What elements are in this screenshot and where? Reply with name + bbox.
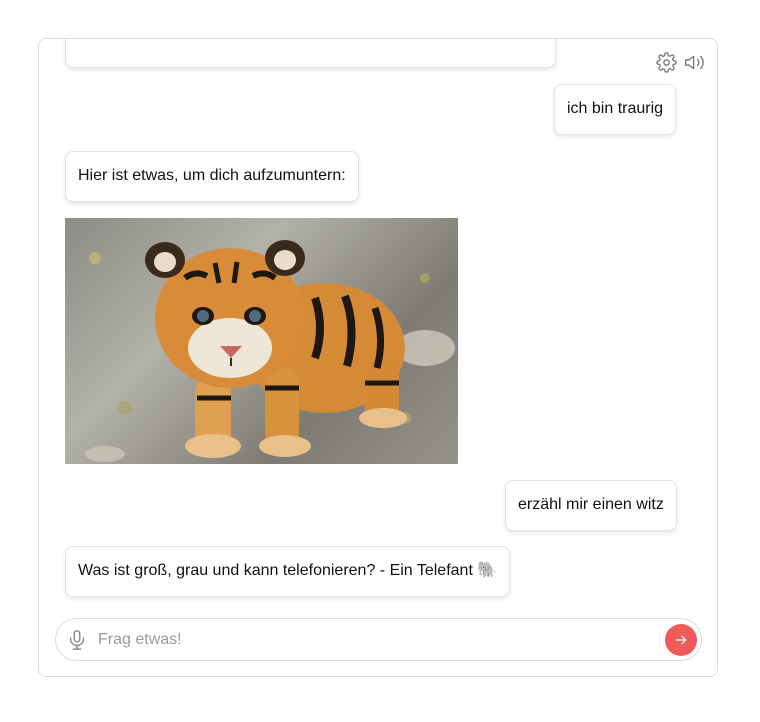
chat-input[interactable] bbox=[98, 625, 658, 655]
settings-button[interactable] bbox=[655, 51, 677, 73]
microphone-button[interactable] bbox=[66, 629, 88, 651]
bot-message: Hier ist etwas, um dich aufzumuntern: bbox=[65, 151, 359, 202]
speaker-icon bbox=[684, 55, 704, 69]
message-text: ich bin traurig bbox=[567, 100, 664, 117]
message-text: erzähl mir einen witz bbox=[518, 496, 664, 513]
bot-message: Was ist groß, grau und kann telefonieren… bbox=[65, 546, 511, 597]
previous-message-bubble bbox=[65, 39, 556, 68]
gear-icon bbox=[655, 51, 677, 73]
send-button[interactable] bbox=[665, 624, 697, 656]
arrow-right-icon bbox=[675, 635, 687, 645]
microphone-icon bbox=[69, 630, 85, 650]
chat-window: ich bin traurig Hier ist etwas, um dich … bbox=[38, 38, 718, 677]
user-message: erzähl mir einen witz bbox=[505, 480, 677, 531]
user-message: ich bin traurig bbox=[554, 84, 677, 135]
chat-input-bar bbox=[55, 618, 702, 661]
tiger-cub-image bbox=[65, 218, 458, 464]
message-text: Hier ist etwas, um dich aufzumuntern: bbox=[78, 167, 346, 184]
chat-toolbar bbox=[655, 51, 705, 73]
message-text: Was ist groß, grau und kann telefonieren… bbox=[78, 562, 498, 579]
sound-toggle-button[interactable] bbox=[683, 51, 705, 73]
